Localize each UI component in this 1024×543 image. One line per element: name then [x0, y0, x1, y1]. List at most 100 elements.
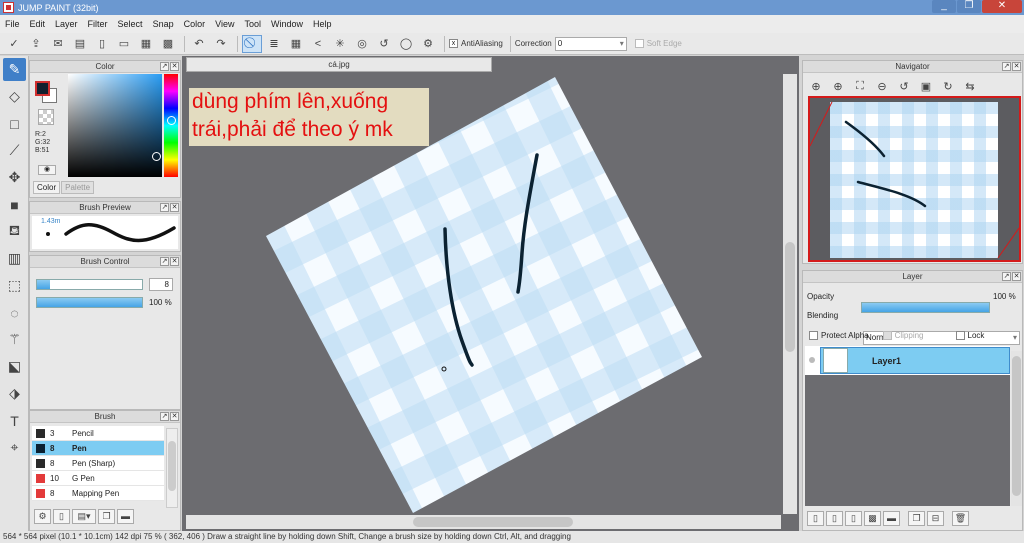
eraser-tool-icon[interactable]: ◇	[3, 85, 26, 108]
canvas-vertical-scrollbar[interactable]	[783, 74, 797, 514]
tab-color[interactable]: Color	[33, 181, 61, 194]
duplicate-layer-icon[interactable]: ❐	[908, 511, 925, 526]
menu-edit[interactable]: Edit	[25, 19, 51, 29]
page-icon[interactable]: ▯	[92, 35, 112, 53]
brush-tool-icon[interactable]: ✎	[3, 58, 26, 81]
hue-slider[interactable]	[164, 74, 178, 177]
minimize-button[interactable]: _	[932, 0, 956, 13]
check-icon[interactable]: ✓	[4, 35, 24, 53]
fill-rect-tool-icon[interactable]: ■	[3, 193, 26, 216]
layer-opacity-slider[interactable]	[861, 302, 990, 313]
brush-list-scrollbar[interactable]	[166, 428, 178, 508]
snap-parallel-icon[interactable]: ≣	[264, 35, 284, 53]
undock-icon[interactable]: ↗	[1002, 272, 1011, 281]
maximize-button[interactable]: ❐	[957, 0, 981, 13]
undock-icon[interactable]: ↗	[160, 257, 169, 266]
copy-brush-icon[interactable]: ❐	[98, 509, 115, 524]
brush-menu-icon[interactable]: ▤▾	[72, 509, 96, 524]
zoom-out-icon[interactable]: ⊖	[872, 77, 892, 95]
gradient-tool-icon[interactable]: ▥	[3, 247, 26, 270]
text-tool-icon[interactable]: T	[3, 409, 26, 432]
foreground-color-swatch[interactable]	[35, 81, 50, 96]
zoom-in-icon[interactable]: ⊕	[806, 77, 826, 95]
comment-icon[interactable]: ✉	[48, 35, 68, 53]
snap-radial-icon[interactable]: ✳	[330, 35, 350, 53]
brush-folder-icon[interactable]: ▬	[117, 509, 134, 524]
layer-list-scrollbar[interactable]	[1011, 351, 1022, 506]
menu-select[interactable]: Select	[113, 19, 148, 29]
menu-help[interactable]: Help	[308, 19, 337, 29]
grid-icon[interactable]: ▩	[158, 35, 178, 53]
menu-window[interactable]: Window	[266, 19, 308, 29]
snap-grid-icon[interactable]: ▦	[286, 35, 306, 53]
menu-file[interactable]: File	[0, 19, 25, 29]
snap-perspective-icon[interactable]: <	[308, 35, 328, 53]
redo-icon[interactable]: ↷	[211, 35, 231, 53]
navigator-preview[interactable]	[808, 96, 1021, 262]
rotate-right-icon[interactable]: ↻	[938, 77, 958, 95]
rotate-left-icon[interactable]: ↺	[894, 77, 914, 95]
sv-cursor[interactable]	[152, 152, 161, 161]
layers-icon[interactable]: ▦	[136, 35, 156, 53]
undock-icon[interactable]: ↗	[160, 412, 169, 421]
menu-layer[interactable]: Layer	[50, 19, 83, 29]
close-button[interactable]: ✕	[982, 0, 1022, 13]
transparent-swatch[interactable]	[38, 109, 54, 125]
brush-size-input[interactable]: 8	[149, 278, 173, 291]
select-rect-icon[interactable]: ⬚	[3, 274, 26, 297]
menu-color[interactable]: Color	[179, 19, 211, 29]
lock-checkbox[interactable]	[955, 331, 965, 340]
saturation-value-picker[interactable]	[68, 74, 162, 177]
move-tool-icon[interactable]: ✥	[3, 166, 26, 189]
layer-folder-icon[interactable]: ▬	[883, 511, 900, 526]
visibility-icon[interactable]	[809, 357, 815, 363]
select-pen-icon[interactable]: ⬕	[3, 355, 26, 378]
snap-ellipse-icon[interactable]: ◯	[396, 35, 416, 53]
menu-filter[interactable]: Filter	[83, 19, 113, 29]
close-icon[interactable]: ✕	[1012, 272, 1021, 281]
brush-settings-icon[interactable]: ⚙	[34, 509, 51, 524]
message-icon[interactable]: ▤	[70, 35, 90, 53]
clipping-checkbox[interactable]	[882, 331, 892, 340]
soft-edge-checkbox[interactable]	[634, 39, 644, 48]
new-layer-8bit-icon[interactable]: ▯	[826, 511, 843, 526]
select-eraser-icon[interactable]: ⬗	[3, 382, 26, 405]
hue-cursor[interactable]	[167, 116, 176, 125]
correction-select[interactable]: 0	[554, 36, 627, 51]
snap-settings-icon[interactable]: ⚙	[418, 35, 438, 53]
undo-icon[interactable]: ↶	[189, 35, 209, 53]
close-icon[interactable]: ✕	[170, 62, 179, 71]
tab-palette[interactable]: Palette	[61, 181, 95, 194]
brush-item-pen-sharp[interactable]: 8 Pen (Sharp)	[32, 456, 164, 471]
lasso-tool-icon[interactable]: ◌	[3, 301, 26, 324]
close-icon[interactable]: ✕	[170, 257, 179, 266]
brush-size-slider[interactable]	[36, 279, 143, 290]
undock-icon[interactable]: ↗	[160, 203, 169, 212]
tone-layer-icon[interactable]: ▩	[864, 511, 881, 526]
menu-tool[interactable]: Tool	[239, 19, 266, 29]
snap-off-icon[interactable]: ⃠	[242, 34, 262, 53]
line-tool-icon[interactable]: ⟋	[3, 139, 26, 162]
brush-opacity-slider[interactable]	[36, 297, 143, 308]
undock-icon[interactable]: ↗	[160, 62, 169, 71]
actual-size-icon[interactable]: ▣	[916, 77, 936, 95]
new-brush-icon[interactable]: ▯	[53, 509, 70, 524]
zoom-plus-icon[interactable]: ⊕	[828, 77, 848, 95]
new-layer-1bit-icon[interactable]: ▯	[845, 511, 862, 526]
rect-tool-icon[interactable]: □	[3, 112, 26, 135]
menu-view[interactable]: View	[210, 19, 239, 29]
close-icon[interactable]: ✕	[1012, 62, 1021, 71]
undock-icon[interactable]: ↗	[1002, 62, 1011, 71]
antialiasing-checkbox[interactable]: x	[449, 39, 458, 48]
eyedropper-mini-icon[interactable]: ◉	[38, 165, 56, 175]
close-icon[interactable]: ✕	[170, 412, 179, 421]
flip-icon[interactable]: ⇆	[960, 77, 980, 95]
document-tab[interactable]: cá.jpg	[186, 57, 492, 72]
brush-item-pencil[interactable]: 3 Pencil	[32, 426, 164, 441]
brush-item-pen[interactable]: 8 Pen	[32, 441, 164, 456]
snap-concentric-icon[interactable]: ◎	[352, 35, 372, 53]
canvas-horizontal-scrollbar[interactable]	[186, 515, 781, 529]
brush-item-mapping-pen[interactable]: 8 Mapping Pen	[32, 486, 164, 501]
brush-item-g-pen[interactable]: 10 G Pen	[32, 471, 164, 486]
eyedropper-tool-icon[interactable]: ⌖	[3, 436, 26, 459]
